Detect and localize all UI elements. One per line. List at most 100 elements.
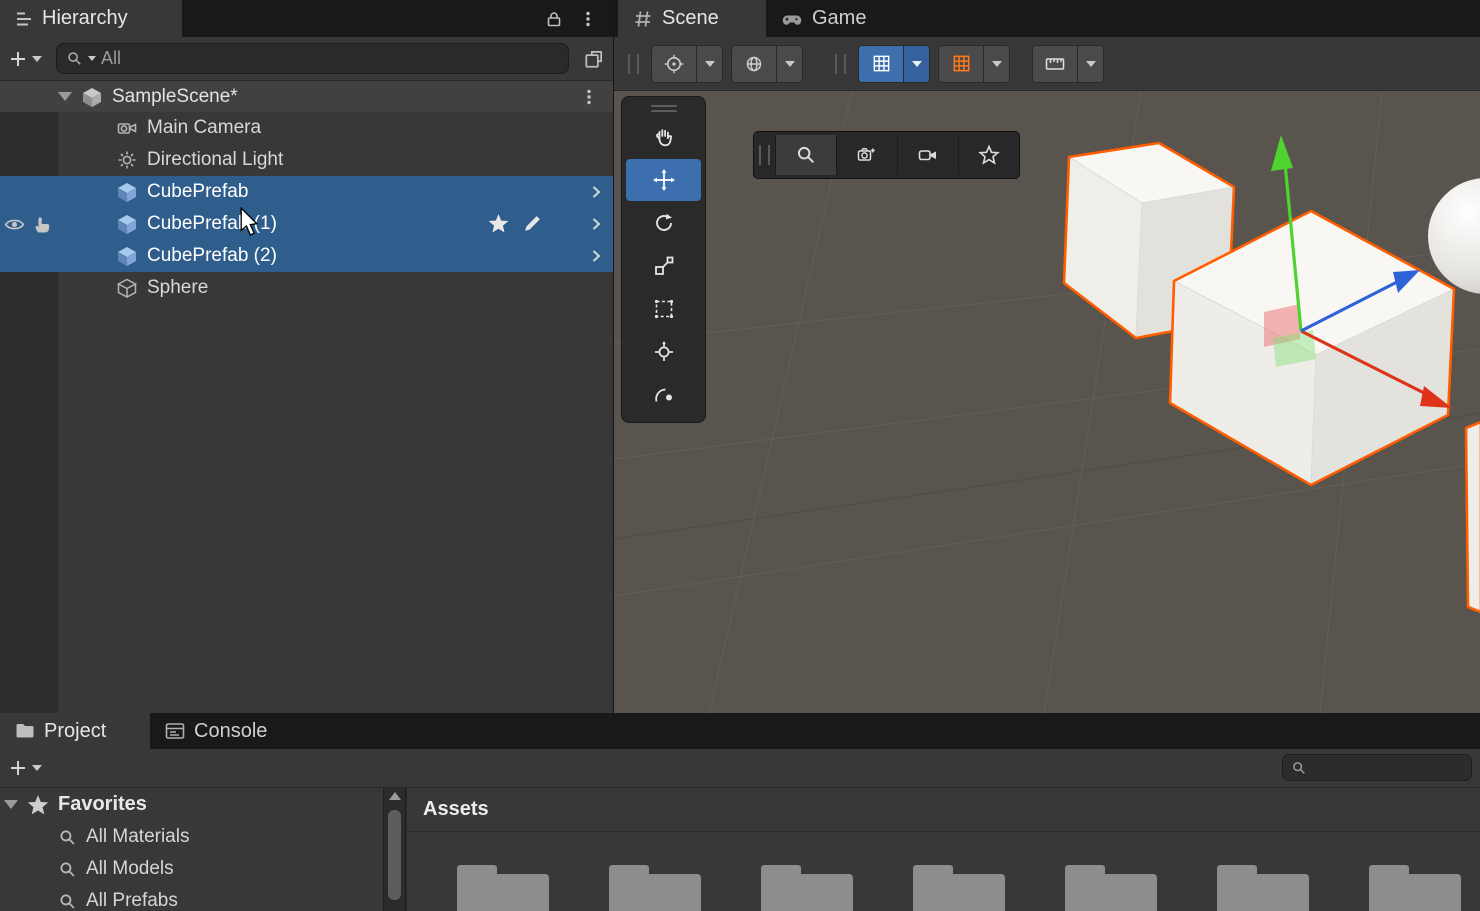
hierarchy-tabstrip: Hierarchy [0, 0, 613, 37]
object-name: CubePrefab (2) [147, 245, 277, 266]
hierarchy-row-directional-light[interactable]: Directional Light [0, 144, 613, 176]
favorites-header[interactable]: Favorites [0, 788, 383, 821]
transform-tool-button[interactable] [626, 331, 701, 373]
scene-search-button[interactable] [775, 135, 836, 175]
scene-visibility-globe-button[interactable] [731, 44, 776, 83]
folder-icon[interactable] [761, 865, 853, 911]
rect-tool-button[interactable] [626, 288, 701, 330]
project-toolbar [0, 749, 1480, 788]
scene-panel: Scene Game [613, 0, 1480, 714]
vertical-scrollbar[interactable] [383, 788, 406, 911]
unity-scene-icon [80, 85, 104, 109]
object-name: Sphere [147, 277, 209, 298]
camera-icon [116, 117, 138, 139]
add-asset-button[interactable] [8, 758, 42, 778]
favorites-star-icon [26, 793, 50, 817]
scene-3d-render [614, 91, 1480, 714]
scene-star-button[interactable] [958, 135, 1019, 175]
tab-project[interactable]: Project [0, 713, 150, 749]
draw-mode-dropdown[interactable] [696, 44, 723, 83]
tab-hierarchy[interactable]: Hierarchy [0, 0, 182, 37]
popout-icon[interactable] [583, 48, 605, 70]
overlay-drag-handle[interactable] [759, 145, 770, 165]
assets-grid-area[interactable]: Assets [406, 788, 1480, 911]
collapse-triangle-icon[interactable] [4, 800, 18, 809]
folder-icon[interactable] [913, 865, 1005, 911]
project-search-input[interactable] [1282, 754, 1472, 781]
folder-icon[interactable] [1217, 865, 1309, 911]
light-icon [116, 149, 138, 171]
scene-toolbar [614, 37, 1480, 91]
object-name: Directional Light [147, 149, 284, 170]
overlay-drag-handle-icon[interactable] [625, 101, 702, 115]
rotate-tool-button[interactable] [626, 202, 701, 244]
toolbar-drag-handle[interactable] [628, 53, 639, 74]
grid-snap-dropdown[interactable] [903, 44, 930, 83]
folder-icon[interactable] [609, 865, 701, 911]
scene-videocam-button[interactable] [897, 135, 958, 175]
panel-menu-icon[interactable] [579, 10, 597, 28]
assets-breadcrumb: Assets [407, 788, 1480, 832]
hand-tool-button[interactable] [626, 116, 701, 158]
prefab-icon [116, 245, 138, 267]
rename-pencil-icon[interactable] [522, 212, 543, 235]
scroll-up-arrow-icon[interactable] [389, 792, 401, 800]
tab-console[interactable]: Console [150, 713, 281, 749]
pickability-finger-icon[interactable] [32, 212, 52, 236]
favorites-item-all-materials[interactable]: All Materials [0, 821, 383, 853]
move-tool-button[interactable] [626, 159, 701, 201]
hierarchy-row-cubeprefab[interactable]: CubePrefab [0, 176, 613, 208]
project-console-panel: Project Console Favorites All Materials … [0, 713, 1480, 911]
increment-snap-button[interactable] [938, 44, 983, 83]
grid-snap-button[interactable] [858, 44, 903, 83]
prefab-open-chevron-icon[interactable] [588, 216, 604, 232]
scene-header-row[interactable]: SampleScene* [0, 81, 613, 112]
hierarchy-row-sphere[interactable]: Sphere [0, 272, 613, 304]
scene-visibility-dropdown[interactable] [776, 44, 803, 83]
scene-viewport[interactable] [614, 91, 1480, 714]
hierarchy-row-cubeprefab-2[interactable]: CubePrefab (2) [0, 240, 613, 272]
folder-icon [14, 720, 36, 742]
scrollbar-thumb[interactable] [388, 810, 401, 900]
search-icon [66, 50, 83, 67]
visibility-eye-icon[interactable] [4, 212, 25, 236]
search-filter-caret-icon [88, 56, 96, 61]
lock-icon[interactable] [545, 10, 563, 28]
console-tab-label: Console [194, 719, 268, 742]
custom-tools-button[interactable] [626, 374, 701, 416]
prefab-open-chevron-icon[interactable] [588, 184, 604, 200]
prefab-open-chevron-icon[interactable] [588, 248, 604, 264]
tab-scene[interactable]: Scene [618, 0, 766, 37]
folder-icon[interactable] [1369, 865, 1461, 911]
chevron-down-icon [32, 765, 42, 771]
camera-overlay-toolbar [753, 131, 1020, 179]
favorites-item-label: All Prefabs [86, 890, 178, 911]
ruler-dropdown[interactable] [1077, 44, 1104, 83]
toolbar-drag-handle[interactable] [835, 53, 846, 74]
add-object-button[interactable] [8, 49, 42, 69]
scene-menu-icon[interactable] [580, 88, 598, 106]
gizmo-arrowhead-y [1271, 135, 1293, 171]
hierarchy-row-cubeprefab-1[interactable]: CubePrefab (1) [0, 208, 613, 240]
increment-snap-dropdown[interactable] [983, 44, 1010, 83]
folder-icon[interactable] [457, 865, 549, 911]
mouse-cursor [236, 206, 262, 242]
scene-camera-add-button[interactable] [836, 135, 897, 175]
game-tab-label: Game [812, 7, 867, 29]
hierarchy-search-input[interactable]: All [56, 43, 569, 74]
tab-game[interactable]: Game [766, 0, 880, 37]
draw-mode-button[interactable] [651, 44, 696, 83]
scene-tabstrip: Scene Game [614, 0, 1480, 37]
project-tab-label: Project [44, 719, 107, 742]
hierarchy-tree: SampleScene* Main Camera Directional Lig… [0, 81, 613, 713]
folder-icon[interactable] [1065, 865, 1157, 911]
object-name: Main Camera [147, 117, 262, 138]
collapse-triangle-icon[interactable] [58, 92, 72, 101]
ruler-button[interactable] [1032, 44, 1077, 83]
scale-tool-button[interactable] [626, 245, 701, 287]
hierarchy-search-value: All [101, 48, 122, 68]
favorites-item-all-models[interactable]: All Models [0, 853, 383, 885]
favorite-star-icon[interactable] [487, 212, 510, 235]
favorites-item-all-prefabs[interactable]: All Prefabs [0, 885, 383, 911]
hierarchy-row-main-camera[interactable]: Main Camera [0, 112, 613, 144]
